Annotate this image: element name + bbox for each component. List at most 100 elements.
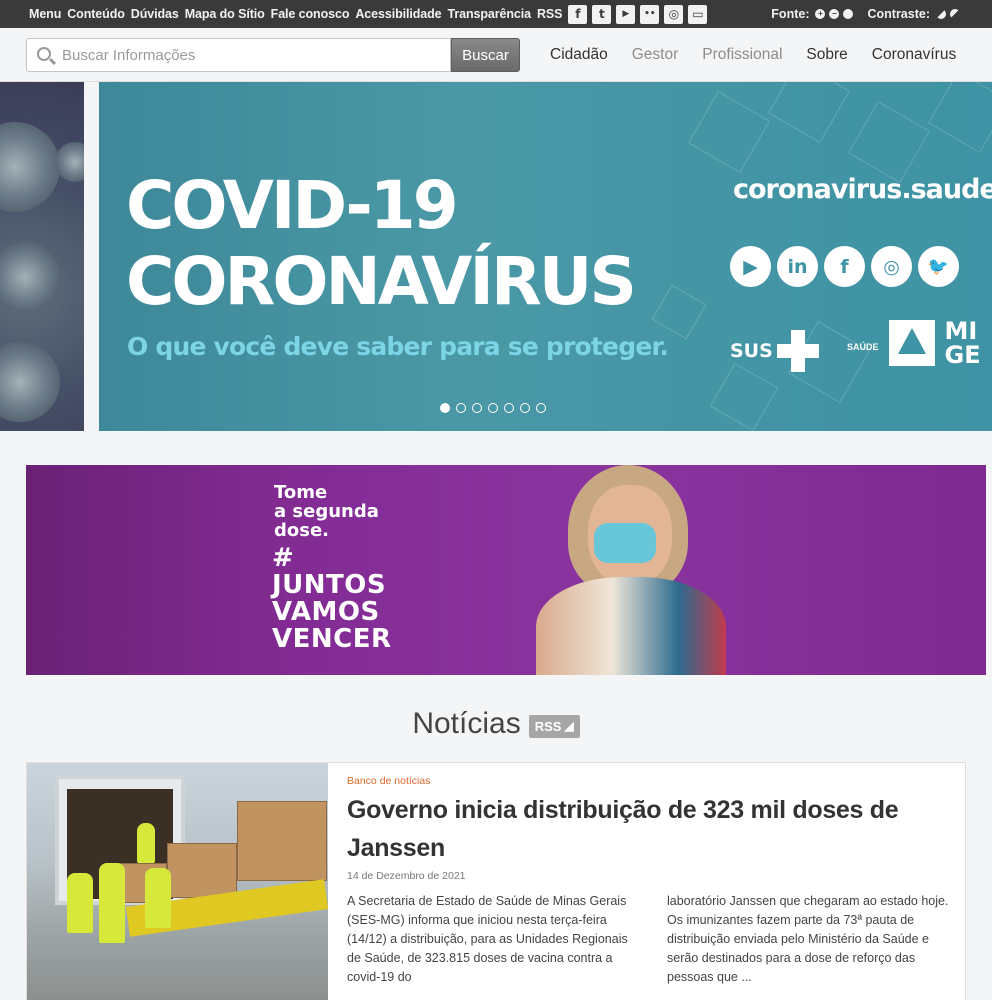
hero-subtitle: O que você deve saber para se proteger. xyxy=(127,332,669,361)
worker-shape xyxy=(145,868,171,928)
virus-illustration xyxy=(0,122,60,212)
carousel-dot[interactable] xyxy=(440,403,450,413)
mg-line2: GE xyxy=(944,341,981,369)
news-date: 14 de Dezembro de 2021 xyxy=(347,870,466,882)
virus-illustration xyxy=(0,242,60,312)
contrast-normal-icon[interactable] xyxy=(936,9,946,19)
hex-pattern xyxy=(928,82,992,153)
news-thumbnail[interactable] xyxy=(27,763,328,1000)
slide-divider xyxy=(84,82,99,431)
banner-hashtag-line: VAMOS xyxy=(272,597,380,627)
nav-item-coronavirus[interactable]: Coronavírus xyxy=(872,46,956,64)
twitter-icon[interactable]: t xyxy=(592,4,612,24)
body-shape xyxy=(536,577,726,675)
sus-label: SUS xyxy=(730,340,773,362)
banner-hashtag-line: JUNTOS xyxy=(272,570,387,600)
news-title[interactable]: Governo inicia distribuição de 323 mil d… xyxy=(347,791,937,867)
linkedin-icon: in xyxy=(777,246,818,287)
nav-item-sobre[interactable]: Sobre xyxy=(806,46,847,64)
accessibility-controls: Fonte: + − Contraste: xyxy=(771,0,960,28)
link-acessibilidade[interactable]: Acessibilidade xyxy=(355,7,441,21)
minas-gerais-wordmark: MI GE xyxy=(945,319,981,367)
search-button[interactable]: Buscar xyxy=(451,38,520,72)
instagram-icon: ◎ xyxy=(871,246,912,287)
carousel-dot[interactable] xyxy=(456,403,466,413)
banner-hashtag-line: VENCER xyxy=(272,624,392,654)
worker-shape xyxy=(67,873,93,933)
carousel-dot[interactable] xyxy=(536,403,546,413)
flickr-icon[interactable]: •• xyxy=(640,4,660,24)
hero-title-line2: CORONAVÍRUS xyxy=(126,243,637,320)
mg-line1: MI xyxy=(944,317,978,345)
hex-pattern xyxy=(709,362,779,431)
facebook-icon: f xyxy=(824,246,865,287)
hero-title: COVID-19 CORONAVÍRUS xyxy=(126,168,637,320)
carousel-dot[interactable] xyxy=(504,403,514,413)
contrast-label: Contraste: xyxy=(867,7,930,21)
link-mapa-do-sitio[interactable]: Mapa do Sítio xyxy=(185,7,265,21)
hero-carousel[interactable]: COVID-19 CORONAVÍRUS O que você deve sab… xyxy=(0,82,992,431)
youtube-icon[interactable]: ▶ xyxy=(616,4,636,24)
carousel-dot[interactable] xyxy=(488,403,498,413)
font-decrease-icon[interactable]: − xyxy=(829,9,840,19)
face-mask-shape xyxy=(594,523,656,563)
facebook-icon[interactable]: f xyxy=(568,4,588,24)
news-card[interactable]: Banco de notícias Governo inicia distrib… xyxy=(26,762,966,1000)
search-input[interactable] xyxy=(62,39,442,71)
sus-logo: SUS xyxy=(730,330,819,372)
link-conteudo[interactable]: Conteúdo xyxy=(67,7,125,21)
social-links: f t ▶ •• ◎ ▭ xyxy=(568,4,712,24)
youtube-icon: ▶ xyxy=(730,246,771,287)
link-menu[interactable]: Menu xyxy=(29,7,61,21)
utility-bar: Menu Conteúdo Dúvidas Mapa do Sítio Fale… xyxy=(0,0,992,28)
carousel-dot[interactable] xyxy=(520,403,530,413)
instagram-icon[interactable]: ◎ xyxy=(664,4,684,24)
vaccine-box-shape xyxy=(167,843,237,898)
font-reset-icon[interactable] xyxy=(843,9,854,19)
banner-headline: Tome a segunda dose. xyxy=(274,483,379,540)
previous-slide-preview[interactable] xyxy=(0,82,95,431)
contrast-high-icon[interactable] xyxy=(950,9,960,19)
vaccination-banner[interactable]: Tome a segunda dose. # JUNTOS VAMOS VENC… xyxy=(26,465,986,675)
news-category[interactable]: Banco de notícias xyxy=(347,775,430,787)
banner-line: Tome xyxy=(274,482,328,503)
hero-slide[interactable]: COVID-19 CORONAVÍRUS O que você deve sab… xyxy=(99,82,992,431)
carousel-indicators xyxy=(440,403,552,413)
minas-gerais-logo: SAÚDE MI GE xyxy=(847,319,981,367)
banner-hashtag-line: # xyxy=(272,543,295,573)
news-heading: Notícias xyxy=(412,707,521,740)
hex-pattern xyxy=(688,91,770,173)
link-rss[interactable]: RSS xyxy=(537,7,563,21)
hex-pattern xyxy=(848,101,930,183)
hero-social-icons: ▶ in f ◎ 🐦 xyxy=(730,246,965,287)
carousel-dot[interactable] xyxy=(472,403,482,413)
hero-url: coronavirus.saude.m xyxy=(733,174,992,205)
utility-links: Menu Conteúdo Dúvidas Mapa do Sítio Fale… xyxy=(29,7,568,21)
saude-label: SAÚDE xyxy=(847,342,879,352)
search-icon xyxy=(37,47,51,61)
vaccinated-woman-photo xyxy=(536,465,726,675)
link-transparencia[interactable]: Transparência xyxy=(448,7,532,21)
link-fale-conosco[interactable]: Fale conosco xyxy=(271,7,350,21)
nav-item-profissional[interactable]: Profissional xyxy=(702,46,782,64)
worker-shape xyxy=(137,823,155,863)
nav-item-cidadao[interactable]: Cidadão xyxy=(550,46,608,64)
twitter-icon: 🐦 xyxy=(918,246,959,287)
health-cross-icon xyxy=(776,330,819,372)
virus-illustration xyxy=(0,342,60,422)
news-excerpt-col2: laboratório Janssen que chegaram ao esta… xyxy=(667,894,949,984)
banner-hashtag: # JUNTOS VAMOS VENCER xyxy=(272,545,392,653)
nav-item-gestor[interactable]: Gestor xyxy=(632,46,679,64)
rss-feed-button[interactable]: RSS ◢ xyxy=(528,714,580,738)
rss-icon: ◢ xyxy=(564,719,574,733)
font-size-label: Fonte: xyxy=(771,7,810,21)
main-nav: Cidadão Gestor Profissional Sobre Corona… xyxy=(550,28,980,82)
vaccine-box-shape xyxy=(237,801,327,881)
hex-pattern xyxy=(768,82,850,143)
link-duvidas[interactable]: Dúvidas xyxy=(131,7,179,21)
minas-triangle-icon xyxy=(888,320,935,366)
search-box xyxy=(26,38,451,72)
worker-shape xyxy=(99,863,125,943)
chat-icon[interactable]: ▭ xyxy=(688,4,708,24)
font-increase-icon[interactable]: + xyxy=(815,9,826,19)
